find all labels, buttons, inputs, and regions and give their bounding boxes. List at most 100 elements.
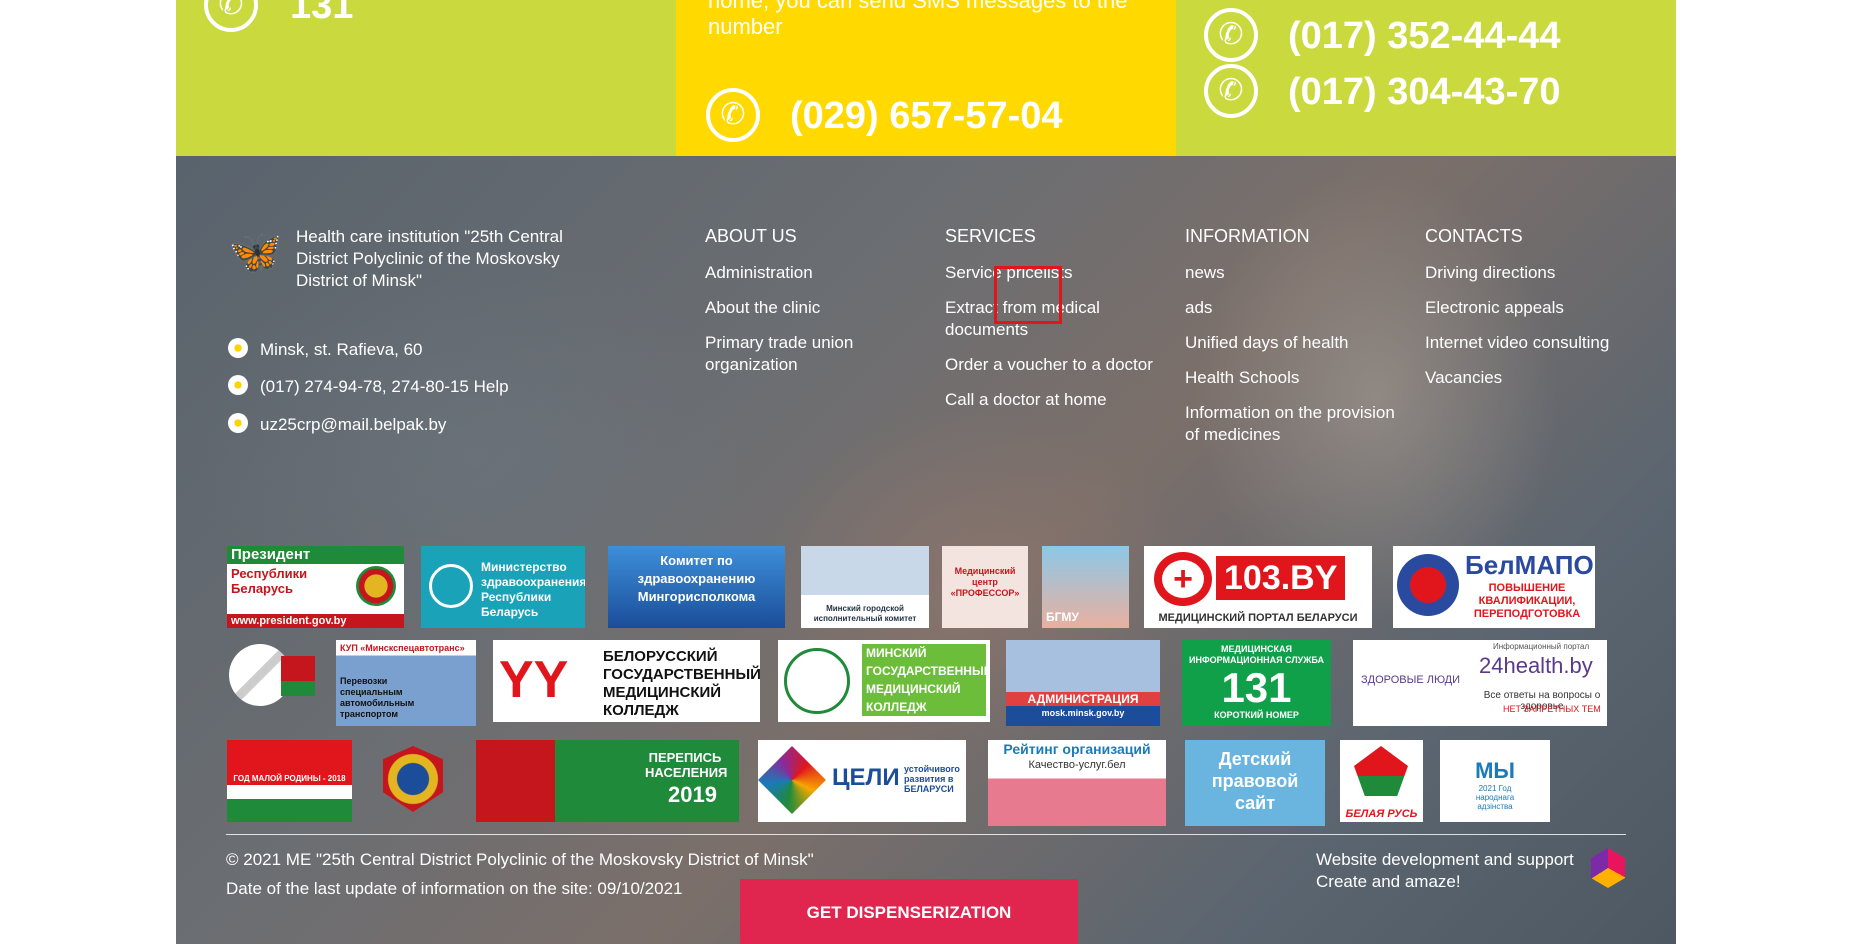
menu-services-title: SERVICES bbox=[945, 226, 1036, 246]
banner-pill[interactable] bbox=[227, 640, 315, 708]
banner-census[interactable]: ПЕРЕПИСЬ НАСЕЛЕНИЯ 2019 bbox=[476, 740, 739, 822]
menu-information-title: INFORMATION bbox=[1185, 226, 1310, 246]
banner-college-minsk[interactable]: МИНСКИЙ ГОСУДАРСТВЕННЫЙ МЕДИЦИНСКИЙ КОЛЛ… bbox=[778, 640, 990, 722]
banner-college-bel[interactable]: YY БЕЛОРУССКИЙ ГОСУДАРСТВЕННЫЙ МЕДИЦИНСК… bbox=[493, 640, 760, 722]
site103-logo: 103.BY bbox=[1216, 556, 1346, 600]
info131-subtitle: КОРОТКИЙ НОМЕР bbox=[1214, 710, 1299, 720]
banner-my[interactable]: МЫ 2021 Год народнага адзінства bbox=[1440, 740, 1550, 822]
health24-subtitle2: НЕТ ЗАПРЕТНЫХ ТЕМ bbox=[1503, 704, 1601, 714]
census-title: ПЕРЕПИСЬ НАСЕЛЕНИЯ bbox=[645, 750, 728, 780]
menu-about-title: ABOUT US bbox=[705, 226, 797, 246]
site-footer: 🦋 Health care institution "25th Central … bbox=[176, 156, 1676, 944]
info131-number: 131 bbox=[1221, 664, 1292, 711]
banner-bgmu[interactable]: БГМУ bbox=[1042, 546, 1129, 628]
menu-link-medicines[interactable]: Information on the provision of medicine… bbox=[1185, 402, 1405, 446]
emblem-icon bbox=[356, 566, 396, 606]
banner-president[interactable]: Президент Республики Беларусь www.presid… bbox=[227, 546, 404, 628]
banner-mchs[interactable] bbox=[373, 740, 453, 822]
banner-kids[interactable]: Детский правовой сайт bbox=[1185, 740, 1325, 826]
menu-link-trade-union[interactable]: Primary trade union organization bbox=[705, 332, 925, 376]
menu-link-health-schools[interactable]: Health Schools bbox=[1185, 367, 1405, 389]
health24-top: Информационный портал bbox=[1493, 642, 1590, 651]
bgmu-text: БГМУ bbox=[1046, 610, 1079, 624]
phone-icon: ✆ bbox=[1204, 64, 1258, 118]
menu-link-ads[interactable]: ads bbox=[1185, 297, 1405, 319]
menu-contacts-title: CONTACTS bbox=[1425, 226, 1523, 246]
phone-icon: ✆ bbox=[706, 88, 760, 142]
health24-logo: 24health.by bbox=[1479, 653, 1593, 678]
menu-link-health-days[interactable]: Unified days of health bbox=[1185, 332, 1405, 354]
sms-number[interactable]: (029) 657-57-04 bbox=[790, 96, 1063, 136]
belmapo-logo-icon bbox=[1397, 554, 1459, 616]
daisy-bullet-icon bbox=[228, 413, 248, 433]
my-title: МЫ bbox=[1475, 758, 1515, 783]
page-wrap: ✆ 131 home, you can send SMS messages to… bbox=[176, 0, 1676, 944]
banner-professor[interactable]: Медицинский центр «ПРОФЕССОР» bbox=[942, 546, 1028, 628]
site103-subtitle: МЕДИЦИНСКИЙ ПОРТАЛ БЕЛАРУСИ bbox=[1158, 612, 1358, 624]
banner-belaya-rus[interactable]: БЕЛАЯ РУСЬ bbox=[1340, 740, 1423, 822]
college-figures-icon: YY bbox=[499, 651, 569, 709]
address-text: Minsk, st. Rafieva, 60 bbox=[260, 340, 423, 359]
goals-logo-icon bbox=[758, 746, 826, 814]
menu-link-administration[interactable]: Administration bbox=[705, 262, 925, 284]
mchs-emblem-icon bbox=[383, 746, 443, 812]
kids-text: Детский правовой сайт bbox=[1211, 749, 1299, 813]
banner-24health[interactable]: Информационный портал 24health.by ЗДОРОВ… bbox=[1353, 640, 1607, 726]
belaya-rus-text: БЕЛАЯ РУСЬ bbox=[1345, 808, 1418, 820]
banner-committee[interactable]: Комитет по здравоохранению Мингорисполко… bbox=[608, 546, 785, 628]
college-minsk-emblem-icon bbox=[784, 648, 850, 714]
flag-icon bbox=[281, 656, 315, 696]
belaya-rus-logo-icon bbox=[1354, 746, 1408, 796]
developer-credit[interactable]: Website development and support Create a… bbox=[1316, 849, 1574, 893]
butterfly-logo-icon: 🦋 bbox=[228, 228, 283, 277]
rating-subtitle: Качество-услуг.бел bbox=[1028, 759, 1126, 771]
banner-administration[interactable]: АДМИНИСТРАЦИЯ mosk.minsk.gov.by bbox=[1006, 640, 1160, 726]
sms-block: home, you can send SMS messages to the n… bbox=[676, 0, 1176, 156]
menu-link-appeals[interactable]: Electronic appeals bbox=[1425, 297, 1645, 319]
developer-logo-icon[interactable] bbox=[1591, 848, 1625, 888]
minsk-exec-text: Минский городской исполнительный комитет bbox=[813, 604, 917, 623]
committee-text: Комитет по здравоохранению Мингорисполко… bbox=[637, 553, 756, 604]
banner-belmapo[interactable]: БелМАПО ПОВЫШЕНИЕ КВАЛИФИКАЦИИ, ПЕРЕПОДГ… bbox=[1393, 546, 1595, 628]
menu-about: ABOUT US Administration About the clinic… bbox=[705, 224, 925, 389]
developer-line2: Create and amaze! bbox=[1316, 872, 1461, 891]
email-link[interactable]: uz25crp@mail.belpak.by bbox=[260, 415, 446, 434]
banner-goals[interactable]: ЦЕЛИ устойчивого развития в БЕЛАРУСИ bbox=[758, 740, 966, 822]
banner-103by[interactable]: + 103.BY МЕДИЦИНСКИЙ ПОРТАЛ БЕЛАРУСИ bbox=[1144, 546, 1372, 628]
menu-link-voucher[interactable]: Order a voucher to a doctor bbox=[945, 354, 1165, 376]
my-subtitle: 2021 Год народнага адзінства bbox=[1475, 784, 1515, 811]
menu-link-directions[interactable]: Driving directions bbox=[1425, 262, 1645, 284]
registry-block: ✆ (017) 352-44-44 ✆ (017) 304-43-70 bbox=[1176, 0, 1676, 156]
banner-minsk-exec[interactable]: Минский городской исполнительный комитет bbox=[801, 546, 929, 628]
registry-number-1[interactable]: (017) 352-44-44 bbox=[1288, 16, 1561, 56]
rating-title: Рейтинг организаций bbox=[1003, 741, 1151, 757]
org-name: Health care institution "25th Central Di… bbox=[296, 227, 563, 290]
daisy-bullet-icon bbox=[228, 338, 248, 358]
banner-homeland[interactable]: ГОД МАЛОЙ РОДИНЫ - 2018 bbox=[227, 740, 352, 822]
homeland-text: ГОД МАЛОЙ РОДИНЫ - 2018 bbox=[233, 774, 346, 783]
banner-kup[interactable]: КУП «Минскспецавтотранс» Перевозки специ… bbox=[336, 640, 476, 726]
hotline-number: 131 bbox=[290, 0, 354, 27]
get-dispenserization-button[interactable]: GET DISPENSERIZATION bbox=[740, 879, 1078, 944]
phone-text: (017) 274-94-78, 274-80-15 Help bbox=[260, 377, 509, 396]
copyright-text: © 2021 ME "25th Central District Polycli… bbox=[226, 850, 814, 869]
president-url: www.president.gov.by bbox=[227, 614, 404, 628]
menu-link-vacancies[interactable]: Vacancies bbox=[1425, 367, 1645, 389]
menu-link-about-clinic[interactable]: About the clinic bbox=[705, 297, 925, 319]
address-line: Minsk, st. Rafieva, 60 bbox=[228, 338, 423, 361]
menu-link-video-consulting[interactable]: Internet video consulting bbox=[1425, 332, 1645, 354]
registry-number-2[interactable]: (017) 304-43-70 bbox=[1288, 72, 1561, 112]
sms-text: home, you can send SMS messages to the n… bbox=[708, 0, 1128, 39]
college-bel-text: БЕЛОРУССКИЙ ГОСУДАРСТВЕННЫЙ МЕДИЦИНСКИЙ … bbox=[603, 648, 760, 719]
menu-link-news[interactable]: news bbox=[1185, 262, 1405, 284]
update-date-text: Date of the last update of information o… bbox=[226, 879, 683, 898]
ministry-emblem-icon bbox=[429, 564, 473, 608]
kup-title: КУП «Минскспецавтотранс» bbox=[340, 643, 465, 653]
banner-ministry[interactable]: Министерство здравоохранения Республики … bbox=[421, 546, 585, 628]
menu-link-call-doctor[interactable]: Call a doctor at home bbox=[945, 389, 1165, 411]
banner-131[interactable]: МЕДИЦИНСКАЯ ИНФОРМАЦИОННАЯ СЛУЖБА 131 КО… bbox=[1182, 640, 1331, 726]
banner-rating[interactable]: Рейтинг организаций Качество-услуг.бел bbox=[988, 740, 1166, 826]
hotline-block: ✆ 131 bbox=[176, 0, 676, 156]
selection-highlight bbox=[994, 266, 1062, 324]
professor-text: Медицинский центр «ПРОФЕССОР» bbox=[950, 566, 1020, 598]
